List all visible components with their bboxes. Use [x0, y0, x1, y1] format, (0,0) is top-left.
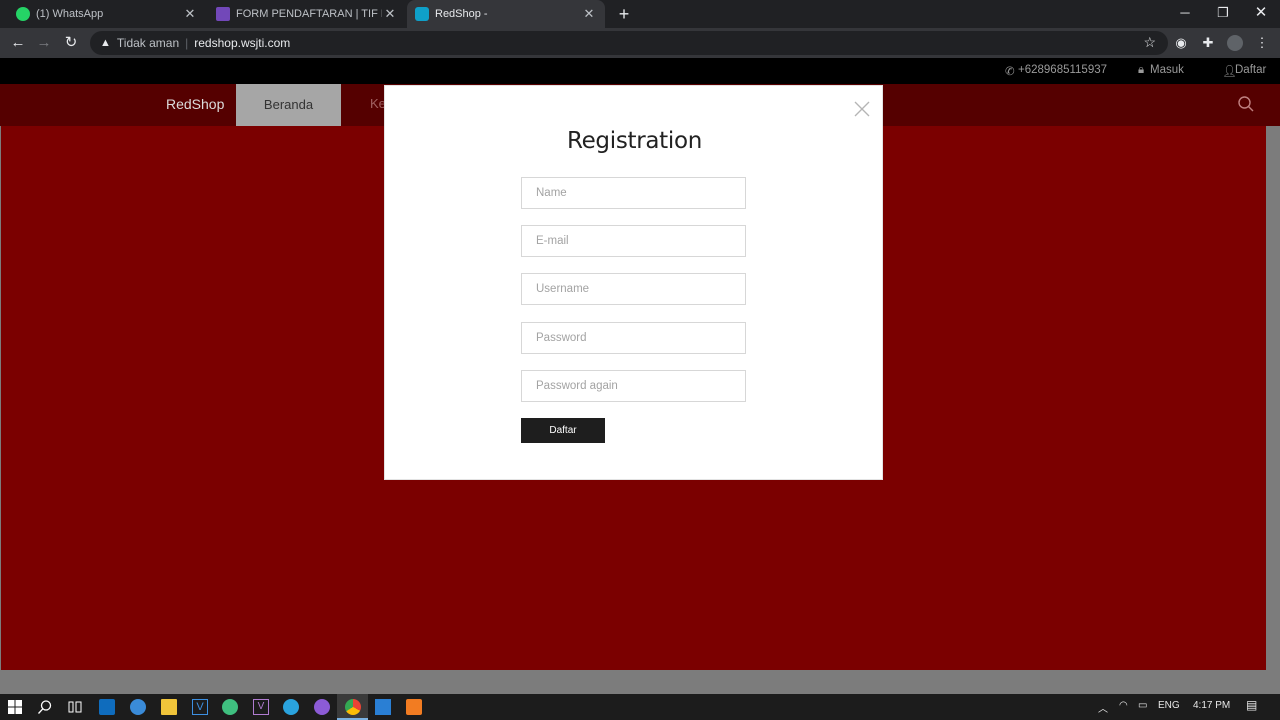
- redshop-icon: [415, 7, 429, 21]
- divider: |: [185, 36, 189, 50]
- close-window-icon[interactable]: ✕: [1242, 0, 1280, 28]
- password-field[interactable]: [521, 322, 746, 354]
- close-tab-icon[interactable]: ✕: [182, 6, 198, 22]
- lock-icon: 🔒︎: [1138, 64, 1145, 76]
- modal-title: Registration: [566, 128, 703, 154]
- nav-item-beranda[interactable]: Beranda: [236, 84, 341, 126]
- visual-studio-icon[interactable]: V: [192, 699, 208, 715]
- app-icon[interactable]: [314, 699, 330, 715]
- notification-icon[interactable]: ▤: [1246, 698, 1257, 712]
- wifi-icon[interactable]: ◠: [1119, 700, 1128, 711]
- app-icon[interactable]: [222, 699, 238, 715]
- url-text: redshop.wsjti.com: [194, 36, 291, 50]
- security-label: Tidak aman: [116, 36, 180, 50]
- forward-arrow-icon[interactable]: →: [34, 33, 54, 53]
- xampp-icon[interactable]: [406, 699, 422, 715]
- tab-title: (1) WhatsApp: [36, 8, 104, 20]
- file-explorer-icon[interactable]: [161, 699, 177, 715]
- windows-taskbar: V V ︿ ◠ ▭ ENG 4:17 PM ▤: [0, 694, 1280, 720]
- windows-start-icon[interactable]: [7, 699, 23, 715]
- browser-tab-strip: (1) WhatsApp ✕ FORM PENDAFTARAN | TIF EX…: [0, 0, 1280, 28]
- warning-icon: ▲: [100, 37, 111, 49]
- username-field[interactable]: [521, 273, 746, 305]
- mail-icon[interactable]: [99, 699, 115, 715]
- daftar-button[interactable]: Daftar: [521, 418, 605, 443]
- restore-icon[interactable]: ❐: [1204, 0, 1242, 28]
- google-forms-icon: [216, 7, 230, 21]
- profile-avatar-icon[interactable]: [1227, 35, 1243, 51]
- photos-icon[interactable]: [375, 699, 391, 715]
- new-tab-icon[interactable]: +: [614, 4, 634, 24]
- back-arrow-icon[interactable]: ←: [8, 33, 28, 53]
- language-indicator[interactable]: ENG: [1158, 700, 1180, 711]
- vim-icon[interactable]: V: [253, 699, 269, 715]
- minimize-icon[interactable]: ─: [1166, 0, 1204, 28]
- close-tab-icon[interactable]: ✕: [581, 6, 597, 22]
- reload-icon[interactable]: ↻: [61, 33, 81, 53]
- telegram-icon[interactable]: [283, 699, 299, 715]
- registration-modal: Registration Daftar: [384, 85, 883, 480]
- close-tab-icon[interactable]: ✕: [382, 6, 398, 22]
- battery-icon[interactable]: ▭: [1138, 700, 1147, 711]
- tab-title: FORM PENDAFTARAN | TIF EXHIB: [236, 8, 382, 20]
- login-link[interactable]: Masuk: [1150, 64, 1184, 76]
- top-info-bar: ✆ +6289685115937 🔒︎ Masuk 👤︎ Daftar: [0, 58, 1280, 84]
- phone-number: +6289685115937: [1018, 64, 1108, 76]
- password-again-field[interactable]: [521, 370, 746, 402]
- clock[interactable]: 4:17 PM: [1193, 700, 1230, 711]
- address-bar[interactable]: ▲ Tidak aman | redshop.wsjti.com ☆: [90, 31, 1168, 55]
- tab-title: RedShop -: [435, 8, 488, 20]
- app-icon[interactable]: [130, 699, 146, 715]
- browser-toolbar: ← → ↻ ▲ Tidak aman | redshop.wsjti.com ☆…: [0, 28, 1280, 58]
- search-icon[interactable]: [1237, 95, 1255, 113]
- search-icon[interactable]: [37, 699, 53, 715]
- phone-icon: ✆: [1005, 66, 1015, 78]
- tab-form-pendaftaran[interactable]: FORM PENDAFTARAN | TIF EXHIB ✕: [208, 0, 406, 28]
- task-view-icon[interactable]: [67, 699, 83, 715]
- tab-redshop[interactable]: RedShop - ✕: [407, 0, 605, 28]
- tab-whatsapp[interactable]: (1) WhatsApp ✕: [8, 0, 206, 28]
- close-icon[interactable]: [853, 100, 871, 118]
- web-page: ✆ +6289685115937 🔒︎ Masuk 👤︎ Daftar RedS…: [0, 58, 1280, 694]
- whatsapp-icon: [16, 7, 30, 21]
- email-field[interactable]: [521, 225, 746, 257]
- register-link[interactable]: Daftar: [1235, 64, 1266, 76]
- extensions-puzzle-icon[interactable]: ✚: [1200, 35, 1216, 51]
- chevron-up-icon[interactable]: ︿: [1098, 700, 1108, 715]
- bookmark-star-icon[interactable]: ☆: [1143, 34, 1156, 51]
- menu-dots-icon[interactable]: ⋮: [1254, 35, 1270, 51]
- name-field[interactable]: [521, 177, 746, 209]
- brand-logo-text[interactable]: RedShop: [166, 96, 224, 112]
- chrome-icon[interactable]: [345, 699, 361, 715]
- extension-icon[interactable]: ◉: [1173, 35, 1189, 51]
